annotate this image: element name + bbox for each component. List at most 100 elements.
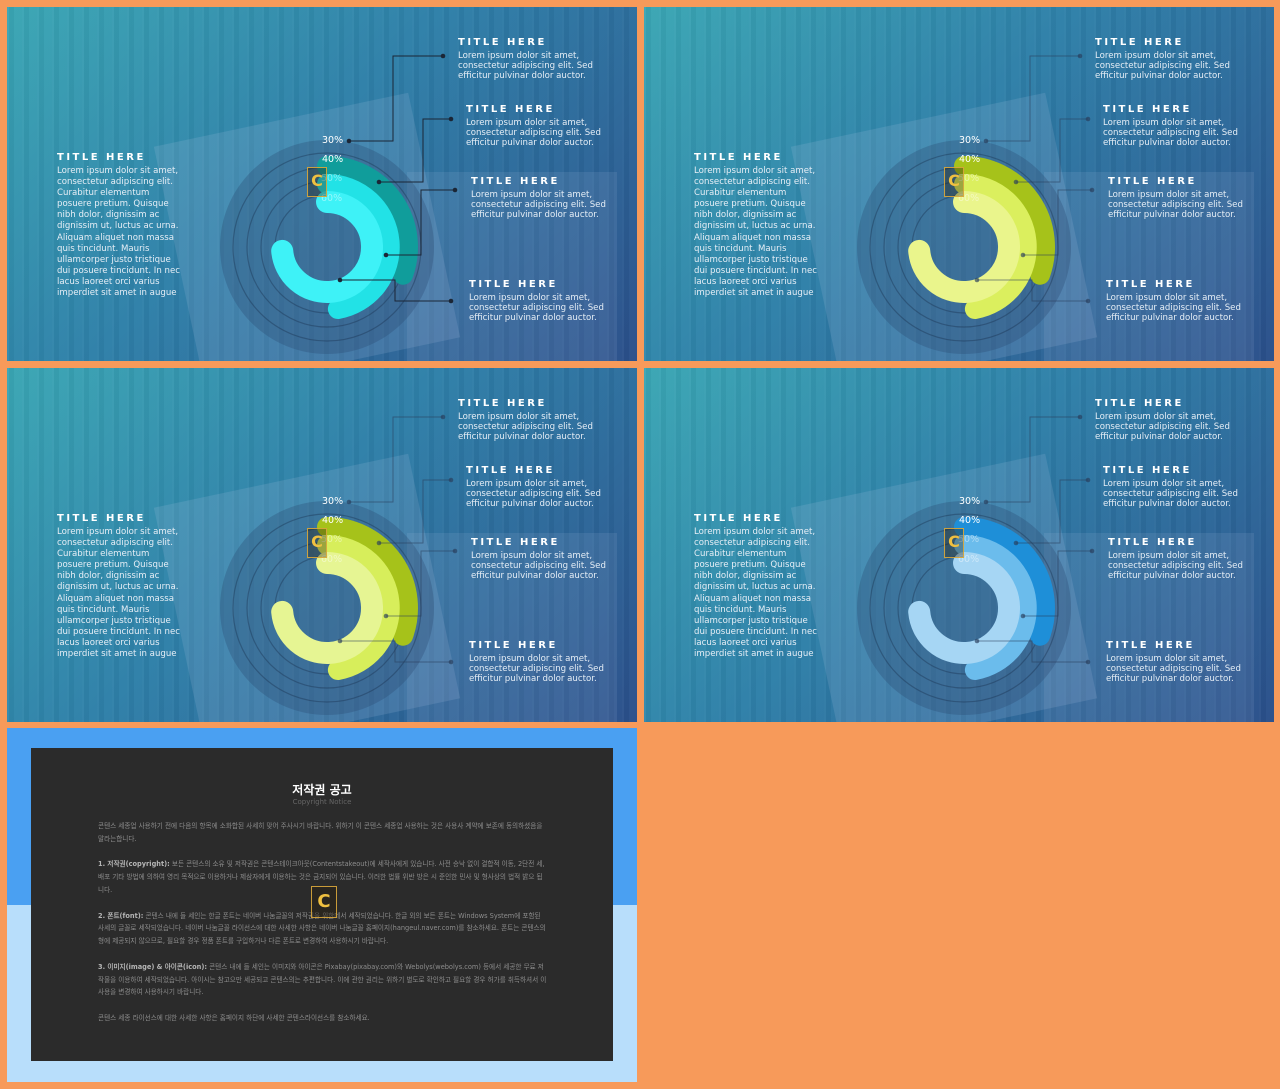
notice-subtitle: Copyright Notice [292, 798, 352, 806]
callout-1: TITLE HERE Lorem ipsum dolor sit amet, c… [1095, 398, 1265, 443]
callout-body: Lorem ipsum dolor sit amet, consectetur … [1095, 51, 1230, 82]
callout-title: TITLE HERE [458, 398, 547, 409]
leader-dot [1085, 659, 1091, 665]
leader-dot [383, 252, 389, 258]
percent-label: 40% [959, 154, 981, 165]
leader-dot [440, 53, 446, 59]
left-body: Lorem ipsum dolor sit amet, consectetur … [57, 166, 180, 299]
leader-dot [1077, 414, 1083, 420]
logo-letter: C [317, 891, 331, 912]
leader-line [349, 416, 443, 503]
callout-title: TITLE HERE [458, 37, 547, 48]
left-body: Lorem ipsum dolor sit amet, consectetur … [694, 166, 817, 299]
leader-dot [983, 499, 989, 505]
callout-3: TITLE HERE Lorem ipsum dolor sit amet, c… [471, 176, 637, 221]
leader-dot [337, 277, 343, 283]
leader-dot [440, 414, 446, 420]
leader-dot [383, 613, 389, 619]
logo-badge: C [944, 167, 964, 197]
callout-body: Lorem ipsum dolor sit amet, consectetur … [458, 51, 593, 82]
left-title: TITLE HERE [694, 152, 783, 163]
left-title: TITLE HERE [694, 513, 783, 524]
notice-paragraph: 콘텐스 세종업 사용하기 전에 다음의 항목에 소화합된 사세히 맞어 주사시기… [98, 820, 548, 846]
leader-dot [1013, 179, 1019, 185]
callout-title: TITLE HERE [1108, 537, 1197, 548]
notice-body: 콘텐스 세종업 사용하기 전에 다음의 항목에 소화합된 사세히 맞어 주사시기… [98, 820, 548, 1038]
callout-3: TITLE HERE Lorem ipsum dolor sit amet, c… [1108, 537, 1274, 582]
copyright-panel: 저작권 공고 Copyright Notice 콘텐스 세종업 사용하기 전에 … [7, 728, 637, 1082]
callout-2: TITLE HERE Lorem ipsum dolor sit amet, c… [466, 104, 636, 149]
leader-dot [1013, 540, 1019, 546]
callout-2: TITLE HERE Lorem ipsum dolor sit amet, c… [1103, 465, 1273, 510]
logo-letter: C [948, 532, 960, 551]
leader-dot [448, 477, 454, 483]
callout-body: Lorem ipsum dolor sit amet, consectetur … [466, 479, 601, 510]
leader-dot [1085, 116, 1091, 122]
left-text-block: TITLE HERE Lorem ipsum dolor sit amet, c… [57, 152, 182, 299]
callout-4: TITLE HERE Lorem ipsum dolor sit amet, c… [1106, 640, 1274, 685]
left-title: TITLE HERE [57, 152, 146, 163]
callout-body: Lorem ipsum dolor sit amet, consectetur … [1106, 293, 1241, 324]
callout-1: TITLE HERE Lorem ipsum dolor sit amet, c… [458, 398, 628, 443]
callout-body: Lorem ipsum dolor sit amet, consectetur … [1103, 118, 1238, 149]
leader-dot [448, 659, 454, 665]
leader-dot [337, 638, 343, 644]
leader-line [986, 416, 1080, 503]
callout-title: TITLE HERE [471, 537, 560, 548]
callout-body: Lorem ipsum dolor sit amet, consectetur … [471, 551, 606, 582]
leader-dot [452, 187, 458, 193]
leader-dot [974, 638, 980, 644]
callout-2: TITLE HERE Lorem ipsum dolor sit amet, c… [1103, 104, 1273, 149]
percent-label: 40% [959, 515, 981, 526]
callout-title: TITLE HERE [466, 465, 555, 476]
leader-dot [448, 116, 454, 122]
left-body: Lorem ipsum dolor sit amet, consectetur … [57, 527, 180, 660]
callout-4: TITLE HERE Lorem ipsum dolor sit amet, c… [469, 279, 637, 324]
notice-heading: 1. 저작권(copyright): [98, 860, 170, 869]
leader-dot [1085, 298, 1091, 304]
callout-3: TITLE HERE Lorem ipsum dolor sit amet, c… [471, 537, 637, 582]
percent-label: 30% [322, 135, 344, 146]
callout-title: TITLE HERE [466, 104, 555, 115]
leader-dot [974, 277, 980, 283]
logo-letter: C [948, 171, 960, 190]
callout-title: TITLE HERE [1106, 640, 1195, 651]
left-text-block: TITLE HERE Lorem ipsum dolor sit amet, c… [694, 513, 819, 660]
callout-4: TITLE HERE Lorem ipsum dolor sit amet, c… [469, 640, 637, 685]
percent-label: 30% [959, 496, 981, 507]
callout-2: TITLE HERE Lorem ipsum dolor sit amet, c… [466, 465, 636, 510]
notice-text: 콘텐스 세종 라이선스에 대한 사세한 사항은 홈페이지 하단에 사세한 콘텐스… [98, 1013, 370, 1022]
callout-1: TITLE HERE Lorem ipsum dolor sit amet, c… [458, 37, 628, 82]
callout-3: TITLE HERE Lorem ipsum dolor sit amet, c… [1108, 176, 1274, 221]
callout-1: TITLE HERE Lorem ipsum dolor sit amet, c… [1095, 37, 1265, 82]
notice-paragraph: 3. 이미지(image) & 아이콘(icon): 콘텐스 내에 들 세인는 … [98, 961, 548, 999]
leader-dot [452, 548, 458, 554]
callout-title: TITLE HERE [1106, 279, 1195, 290]
leader-line [986, 55, 1080, 142]
callout-title: TITLE HERE [1103, 465, 1192, 476]
leader-dot [346, 499, 352, 505]
notice-text: 콘텐스 세종업 사용하기 전에 다음의 항목에 소화합된 사세히 맞어 주사시기… [98, 822, 543, 843]
logo-letter: C [311, 171, 323, 190]
leader-dot [1077, 53, 1083, 59]
slide-4: 30% 40% 50% 60% C TITLE HERE Lorem ipsum dolo… [644, 368, 1274, 722]
slide-2: 30% 40% 50% 60% C TITLE HERE Lorem ipsum dolo… [644, 7, 1274, 361]
callout-body: Lorem ipsum dolor sit amet, consectetur … [469, 293, 604, 324]
leader-dot [376, 540, 382, 546]
logo-badge: C [311, 886, 337, 918]
left-text-block: TITLE HERE Lorem ipsum dolor sit amet, c… [694, 152, 819, 299]
callout-body: Lorem ipsum dolor sit amet, consectetur … [471, 190, 606, 221]
leader-dot [983, 138, 989, 144]
notice-paragraph: 콘텐스 세종 라이선스에 대한 사세한 사항은 홈페이지 하단에 사세한 콘텐스… [98, 1012, 548, 1025]
callout-title: TITLE HERE [471, 176, 560, 187]
leader-dot [1020, 252, 1026, 258]
leader-dot [1085, 477, 1091, 483]
leader-dot [448, 298, 454, 304]
percent-label: 30% [959, 135, 981, 146]
logo-badge: C [307, 528, 327, 558]
callout-title: TITLE HERE [469, 640, 558, 651]
logo-letter: C [311, 532, 323, 551]
leader-dot [376, 179, 382, 185]
left-text-block: TITLE HERE Lorem ipsum dolor sit amet, c… [57, 513, 182, 660]
leader-dot [1020, 613, 1026, 619]
